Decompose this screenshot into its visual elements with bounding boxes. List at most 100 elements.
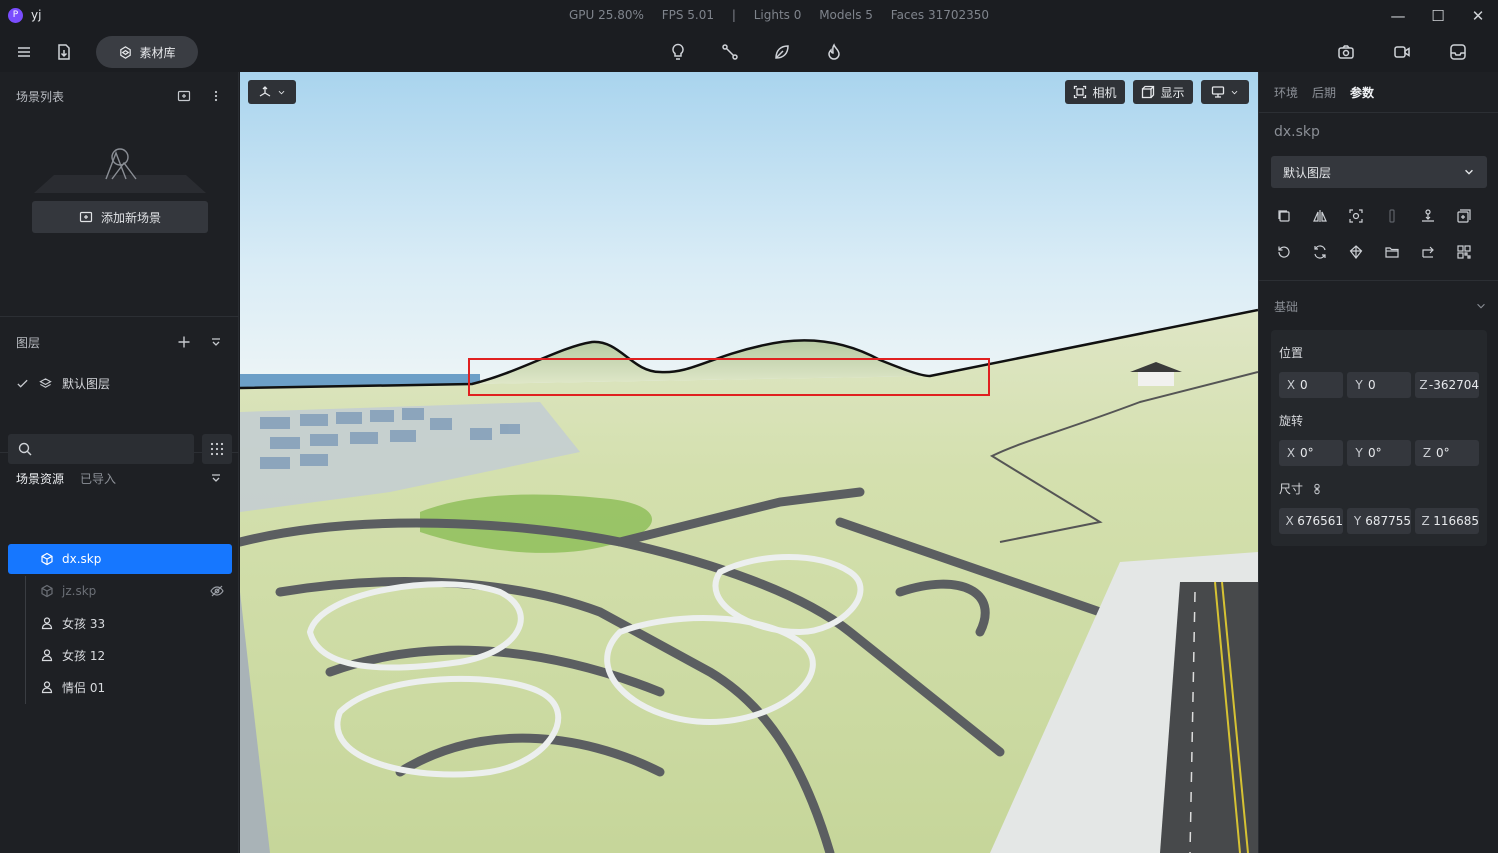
layer-select-value: 默认图层: [1283, 165, 1332, 180]
stats-separator: |: [731, 8, 736, 22]
app-logo-icon: P: [8, 8, 23, 23]
screenshot-camera-icon[interactable]: [1334, 40, 1358, 64]
tab-scene-assets[interactable]: 场景资源: [16, 470, 64, 487]
size-x-value: 676561: [1297, 514, 1343, 528]
library-icon: [120, 45, 132, 59]
video-record-icon[interactable]: [1390, 40, 1414, 64]
right-properties-panel: 环境 后期 参数 dx.skp 默认图层 基础 位置 X 0 Y 0 Z -36…: [1258, 72, 1498, 853]
tab-parameters[interactable]: 参数: [1350, 84, 1374, 101]
align-bar-icon[interactable]: [1382, 206, 1402, 226]
menu-icon[interactable]: [12, 40, 36, 64]
asset-item-jz[interactable]: jz.skp: [8, 576, 232, 606]
axis-x-label: X: [1286, 378, 1296, 392]
asset-name: 女孩 33: [62, 616, 106, 631]
maximize-button[interactable]: ☐: [1426, 6, 1450, 26]
render-stats: GPU 25.80% FPS 5.01 | Lights 0 Models 5 …: [569, 8, 1003, 22]
folder-icon[interactable]: [1382, 242, 1402, 262]
panel-divider: [1259, 280, 1498, 281]
layer-name: 默认图层: [62, 377, 111, 391]
add-component-icon[interactable]: [1454, 206, 1474, 226]
section-divider: [0, 316, 239, 317]
refresh-icon[interactable]: [1310, 242, 1330, 262]
asset-item-dx[interactable]: dx.skp: [8, 544, 232, 574]
assets-collapse-icon[interactable]: [208, 470, 224, 486]
layers-title: 图层: [16, 336, 41, 350]
scene-add-icon[interactable]: [176, 88, 192, 104]
size-z-field[interactable]: Z 116685: [1415, 508, 1479, 534]
asset-item-person[interactable]: 情侣 01: [8, 672, 232, 702]
tab-environment[interactable]: 环境: [1274, 84, 1298, 101]
view-layout-icon: [1211, 86, 1225, 98]
eye-off-icon[interactable]: [210, 584, 224, 598]
add-layer-icon[interactable]: [176, 334, 192, 350]
tab-imported[interactable]: 已导入: [80, 470, 116, 487]
minimize-button[interactable]: —: [1386, 6, 1410, 26]
position-x-field[interactable]: X0: [1279, 372, 1343, 398]
path-tool-icon[interactable]: [718, 40, 742, 64]
model-cube-icon: [40, 552, 54, 566]
size-x-field[interactable]: X 676561: [1279, 508, 1343, 534]
more-options-icon[interactable]: [208, 88, 224, 104]
leaf-icon[interactable]: [770, 40, 794, 64]
camera-label: 相机: [1092, 85, 1117, 100]
add-scene-icon: [79, 211, 93, 223]
layer-select-dropdown[interactable]: 默认图层: [1271, 156, 1487, 188]
add-new-scene-button[interactable]: 添加新场景: [32, 201, 208, 233]
asset-library-label: 素材库: [139, 45, 176, 60]
app-name: yj: [31, 8, 42, 22]
person-icon: [40, 648, 54, 662]
faces-stat: Faces 31702350: [890, 8, 990, 22]
link-lock-icon[interactable]: [1311, 483, 1323, 495]
material-icon[interactable]: [1346, 242, 1366, 262]
transform-mode-button[interactable]: [248, 80, 296, 104]
scene-render[interactable]: [240, 72, 1258, 853]
undo-rotate-icon[interactable]: [1274, 242, 1294, 262]
mirror-icon[interactable]: [1310, 206, 1330, 226]
asset-item-person[interactable]: 女孩 12: [8, 640, 232, 670]
rotation-x-value: 0°: [1300, 446, 1314, 460]
basic-section-title[interactable]: 基础: [1274, 298, 1298, 315]
axis-z-label: Z: [1419, 378, 1428, 392]
models-stat: Models 5: [819, 8, 873, 22]
annotation-highlight-box: [468, 358, 990, 396]
grid-view-button[interactable]: [202, 434, 232, 464]
position-z-field[interactable]: Z -362704: [1415, 372, 1479, 398]
render-output-icon[interactable]: [1446, 40, 1470, 64]
size-y-field[interactable]: Y 687755: [1347, 508, 1411, 534]
fire-effect-icon[interactable]: [822, 40, 846, 64]
import-file-icon[interactable]: [52, 40, 76, 64]
copy-icon[interactable]: [1274, 206, 1294, 226]
asset-item-person[interactable]: 女孩 33: [8, 608, 232, 638]
tab-post-processing[interactable]: 后期: [1312, 84, 1336, 101]
asset-search-input[interactable]: [38, 437, 188, 461]
view-options-button[interactable]: [1201, 80, 1249, 104]
position-x-value: 0: [1300, 378, 1308, 392]
check-icon[interactable]: [16, 377, 29, 390]
position-label: 位置: [1279, 346, 1304, 360]
lights-stat: Lights 0: [753, 8, 802, 22]
export-icon[interactable]: [1418, 242, 1438, 262]
person-icon: [40, 680, 54, 694]
layers-collapse-icon[interactable]: [208, 334, 224, 350]
axis-y-label: Y: [1353, 514, 1362, 528]
person-icon: [40, 616, 54, 630]
qr-code-icon[interactable]: [1454, 242, 1474, 262]
size-label: 尺寸: [1279, 482, 1304, 496]
layer-item-default[interactable]: 默认图层: [16, 375, 110, 392]
position-y-field[interactable]: Y0: [1347, 372, 1411, 398]
asset-library-button[interactable]: 素材库: [96, 36, 198, 68]
light-bulb-icon[interactable]: [666, 40, 690, 64]
drop-to-ground-icon[interactable]: [1418, 206, 1438, 226]
rotation-z-field[interactable]: Z 0°: [1415, 440, 1479, 466]
chevron-down-icon: [278, 90, 285, 94]
rotation-x-field[interactable]: X 0°: [1279, 440, 1343, 466]
axis-y-label: Y: [1355, 446, 1363, 460]
display-button[interactable]: 显示: [1133, 80, 1193, 104]
focus-object-icon[interactable]: [1346, 206, 1366, 226]
camera-button[interactable]: 相机: [1065, 80, 1125, 104]
add-new-scene-label: 添加新场景: [100, 210, 161, 225]
rotation-y-field[interactable]: Y 0°: [1347, 440, 1411, 466]
chevron-down-icon[interactable]: [1475, 300, 1487, 312]
3d-viewport[interactable]: 相机 显示: [240, 72, 1258, 853]
close-button[interactable]: ✕: [1466, 6, 1490, 26]
